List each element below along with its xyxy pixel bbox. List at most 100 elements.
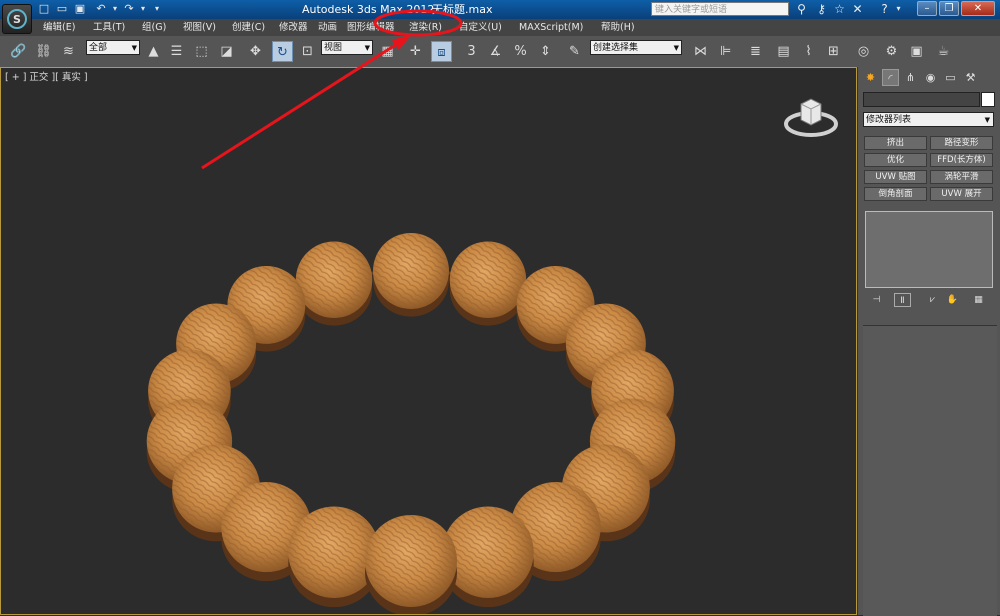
bind-space-warp-icon[interactable]: ≋: [58, 41, 79, 62]
menu-customize[interactable]: 自定义(U): [459, 19, 502, 36]
object-name-field[interactable]: [863, 92, 980, 107]
spinner-snap-icon[interactable]: ⇕: [535, 41, 556, 62]
align-icon[interactable]: ⊫: [715, 41, 736, 62]
material-editor-icon[interactable]: ◎: [853, 41, 874, 62]
unlink-icon[interactable]: ⛓: [33, 41, 54, 62]
curve-editor-icon[interactable]: ⌇: [798, 41, 819, 62]
binoculars-icon[interactable]: ⚲: [793, 1, 810, 17]
menu-rendering[interactable]: 渲染(R): [409, 19, 442, 36]
modifier-button-unwrap-uvw[interactable]: UVW 展开: [930, 187, 993, 201]
graphite-ribbon-icon[interactable]: ▤: [773, 41, 794, 62]
chevron-down-icon: ▼: [673, 44, 679, 52]
remove-modifier-icon[interactable]: ✋: [944, 293, 961, 307]
modifier-button-ffd-box[interactable]: FFD(长方体): [930, 153, 993, 167]
menu-group[interactable]: 组(G): [142, 19, 166, 36]
chevron-down-icon: ▼: [131, 44, 137, 52]
show-end-result-icon[interactable]: Ⅱ: [894, 293, 911, 307]
select-by-name-icon[interactable]: ☰: [166, 41, 187, 62]
select-rotate-icon[interactable]: ↻: [272, 41, 293, 62]
redo-icon[interactable]: ↷: [122, 2, 136, 16]
menu-animation[interactable]: 动画: [318, 19, 337, 36]
app-logo-icon[interactable]: S: [2, 4, 32, 34]
menu-create[interactable]: 创建(C): [232, 19, 265, 36]
pin-stack-icon[interactable]: ⊣: [868, 293, 885, 307]
viewcube[interactable]: [781, 90, 841, 150]
keyboard-shortcut-override-icon[interactable]: ⧈: [431, 41, 452, 62]
menu-modifiers[interactable]: 修改器: [279, 19, 308, 36]
open-file-icon[interactable]: ▭: [55, 2, 69, 16]
motion-tab-icon[interactable]: ◉: [922, 69, 939, 86]
modifier-list-dropdown[interactable]: 修改器列表 ▼: [863, 112, 994, 127]
modifier-button-bevel-profile[interactable]: 倒角剖面: [864, 187, 927, 201]
reference-coord-value: 视图: [324, 43, 343, 53]
help-dropdown-icon[interactable]: ▾: [890, 1, 907, 17]
create-tab-icon[interactable]: ✸: [862, 69, 879, 86]
named-selection-dropdown[interactable]: 创建选择集 ▼: [590, 40, 682, 55]
snaps-toggle-icon[interactable]: 3: [461, 41, 482, 62]
named-selection-value: 创建选择集: [593, 43, 639, 53]
modifier-button-uvw-map[interactable]: UVW 贴图: [864, 170, 927, 184]
display-tab-icon[interactable]: ▭: [942, 69, 959, 86]
modifier-button-turbosmooth[interactable]: 涡轮平滑: [930, 170, 993, 184]
undo-icon[interactable]: ↶: [94, 2, 108, 16]
select-move-icon[interactable]: ✥: [245, 41, 266, 62]
make-unique-icon[interactable]: ⩗: [924, 293, 941, 307]
modifier-list-value: 修改器列表: [866, 115, 912, 125]
menu-bar: 编辑(E) 工具(T) 组(G) 视图(V) 创建(C) 修改器 动画 图形编辑…: [0, 19, 1000, 37]
render-teapot-icon[interactable]: ☕: [933, 41, 954, 62]
file-name: 无标题.max: [432, 3, 493, 16]
layer-manager-icon[interactable]: ≣: [745, 41, 766, 62]
percent-snap-icon[interactable]: %: [510, 41, 531, 62]
angle-snap-icon[interactable]: ∡: [485, 41, 506, 62]
rectangle-selection-icon[interactable]: ⬚: [191, 41, 212, 62]
select-scale-icon[interactable]: ⊡: [297, 41, 318, 62]
select-manipulate-icon[interactable]: ✛: [405, 41, 426, 62]
bead[interactable]: [449, 241, 527, 326]
mirror-icon[interactable]: ⋈: [690, 41, 711, 62]
selection-filter-dropdown[interactable]: 全部 ▼: [86, 40, 140, 55]
parameters-rollout: [863, 325, 997, 616]
save-icon[interactable]: ▣: [73, 2, 87, 16]
configure-modifier-sets-icon[interactable]: ▦: [970, 293, 987, 307]
close-search-icon[interactable]: ✕: [849, 1, 866, 17]
menu-views[interactable]: 视图(V): [183, 19, 216, 36]
search-input[interactable]: 键入关键字或短语: [651, 2, 789, 16]
menu-help[interactable]: 帮助(H): [601, 19, 635, 36]
bead[interactable]: [365, 515, 457, 615]
new-file-icon[interactable]: □: [37, 2, 51, 16]
modifier-button-extrude[interactable]: 挤出: [864, 136, 927, 150]
restore-button[interactable]: ❐: [939, 1, 959, 16]
edit-named-selection-icon[interactable]: ✎: [564, 41, 585, 62]
star-icon[interactable]: ☆: [831, 1, 848, 17]
key-icon[interactable]: ⚷: [813, 1, 830, 17]
rendered-frame-window-icon[interactable]: ▣: [906, 41, 927, 62]
utilities-tab-icon[interactable]: ⚒: [962, 69, 979, 86]
menu-maxscript[interactable]: MAXScript(M): [519, 19, 583, 36]
modifier-button-optimize[interactable]: 优化: [864, 153, 927, 167]
modifier-stack[interactable]: [865, 211, 993, 288]
quick-access-dropdown-icon[interactable]: ▾: [150, 2, 164, 16]
menu-edit[interactable]: 编辑(E): [43, 19, 75, 36]
menu-tools[interactable]: 工具(T): [93, 19, 125, 36]
hierarchy-tab-icon[interactable]: ⋔: [902, 69, 919, 86]
undo-dropdown-icon[interactable]: ▾: [108, 2, 122, 16]
reference-coord-dropdown[interactable]: 视图 ▼: [321, 40, 373, 55]
close-button[interactable]: ✕: [961, 1, 995, 16]
modifier-button-path-deform[interactable]: 路径变形: [930, 136, 993, 150]
bracelet-scene: [146, 233, 676, 615]
pivot-center-icon[interactable]: ▦: [377, 41, 398, 62]
modify-tab-icon[interactable]: ◜: [882, 69, 899, 86]
schematic-view-icon[interactable]: ⊞: [823, 41, 844, 62]
minimize-button[interactable]: –: [917, 1, 937, 16]
window-crossing-icon[interactable]: ◪: [216, 41, 237, 62]
object-color-swatch[interactable]: [981, 92, 995, 107]
bead[interactable]: [295, 241, 373, 326]
render-setup-icon[interactable]: ⚙: [881, 41, 902, 62]
redo-dropdown-icon[interactable]: ▾: [136, 2, 150, 16]
bead[interactable]: [373, 233, 449, 317]
title-bar: □ ▭ ▣ ↶ ▾ ↷ ▾ ▾ Autodesk 3ds Max 2012 无标…: [0, 0, 1000, 19]
perspective-viewport[interactable]: [ + ] 正交 ][ 真实 ]: [0, 67, 857, 615]
menu-graph-editors[interactable]: 图形编辑器: [347, 19, 395, 36]
select-object-icon[interactable]: ▲: [143, 41, 164, 62]
link-icon[interactable]: 🔗: [8, 41, 29, 62]
